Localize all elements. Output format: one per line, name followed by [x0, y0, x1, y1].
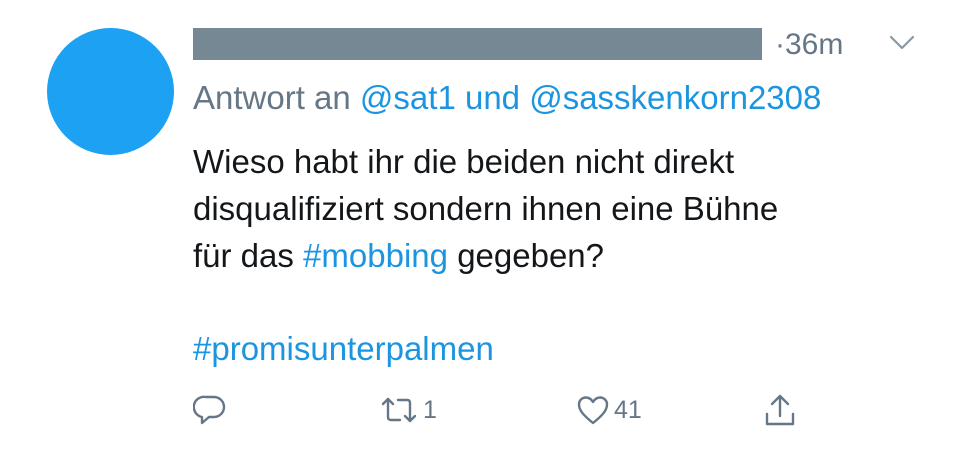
- reply-icon: [193, 395, 226, 425]
- meta-separator: ·: [775, 28, 785, 61]
- retweet-icon: [381, 397, 417, 423]
- tweet-text-line: disqualifiziert sondern ihnen eine Bühne: [193, 190, 779, 227]
- retweet-count: 1: [423, 395, 437, 424]
- reply-context: Antwort an @sat1 und @sasskenkorn2308: [193, 78, 821, 118]
- tweet-text-fragment: für das: [193, 237, 294, 274]
- like-count: 41: [614, 395, 642, 424]
- redacted-username[interactable]: [193, 28, 762, 60]
- tweet-text-line: für das #mobbing gegeben?: [193, 232, 913, 279]
- like-icon: [577, 396, 609, 425]
- share-icon: [765, 394, 795, 426]
- reply-conjunction[interactable]: und: [465, 79, 520, 116]
- like-button[interactable]: 41: [576, 392, 642, 428]
- avatar[interactable]: [47, 28, 174, 155]
- tweet-text: Wieso habt ihr die beiden nicht direkt d…: [193, 138, 913, 279]
- hashtag-link[interactable]: #mobbing: [303, 237, 448, 274]
- share-button[interactable]: [762, 392, 798, 428]
- retweet-button[interactable]: 1: [379, 392, 437, 428]
- timestamp-text: 36m: [785, 28, 844, 61]
- mention-link[interactable]: @sasskenkorn2308: [529, 79, 821, 116]
- reply-prefix: Antwort an: [193, 79, 351, 116]
- tweet-timestamp[interactable]: ·36m: [775, 26, 843, 64]
- hashtag-link[interactable]: #promisunterpalmen: [193, 328, 494, 370]
- mention-link[interactable]: @sat1: [360, 79, 456, 116]
- reply-button[interactable]: [193, 392, 227, 428]
- chevron-down-icon[interactable]: [889, 33, 915, 51]
- tweet-text-line: Wieso habt ihr die beiden nicht direkt: [193, 143, 735, 180]
- tweet-text-fragment: gegeben?: [457, 237, 605, 274]
